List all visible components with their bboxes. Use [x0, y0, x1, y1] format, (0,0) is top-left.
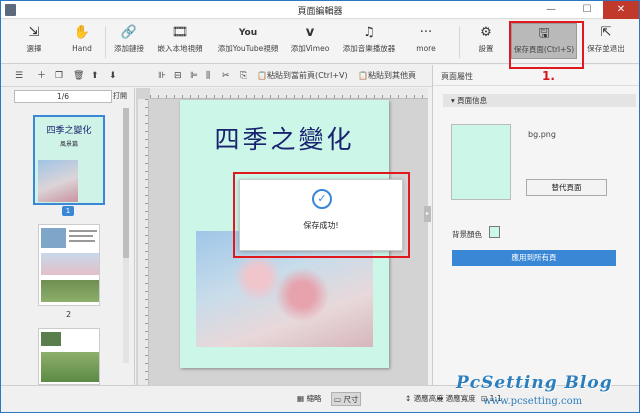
add-vimeo-button[interactable]: v 添加Vimeo — [288, 23, 332, 61]
maximize-icon[interactable]: ☐ — [575, 1, 599, 19]
minimize-icon[interactable]: — — [539, 1, 563, 19]
hand-icon: ✋ — [73, 25, 91, 40]
thumbnail-photo — [38, 160, 78, 202]
open-button[interactable]: 打開 — [113, 90, 130, 103]
page-editor-window: 頁面編輯器 — ☐ ✕ ⇲ 選擇 ✋ Hand 🔗 添加鏈接 🎞 嵌入本地視頻 … — [0, 0, 640, 413]
page-number-label: 2 — [66, 310, 72, 319]
select-tool-button[interactable]: ⇲ 選擇 — [19, 23, 49, 61]
scrollbar-thumb[interactable] — [123, 108, 129, 258]
vertical-ruler — [138, 99, 149, 385]
dialog-message: 保存成功! — [303, 221, 339, 230]
more-dots-icon: ··· — [419, 25, 433, 40]
page-thumbnail-3[interactable] — [38, 328, 100, 385]
actual-size-button[interactable]: ▭ 尺寸 — [331, 392, 362, 406]
page-number-badge: 1 — [62, 206, 74, 216]
selection-arrow-icon: ⇲ — [28, 25, 40, 40]
link-icon: 🔗 — [120, 25, 138, 40]
copy-icon[interactable]: ⎘ — [240, 69, 247, 83]
align-icon[interactable]: ⊪ — [158, 69, 166, 83]
paste-icon: 📋 — [257, 71, 267, 80]
film-icon: 🎞 — [171, 25, 189, 40]
page-thumbnails-panel: 1/6 打開 四季之變化 風景篇 1 2 — [1, 88, 135, 385]
move-up-icon[interactable]: ⬆ — [91, 69, 99, 83]
close-icon[interactable]: ✕ — [603, 1, 639, 19]
add-link-button[interactable]: 🔗 添加鏈接 — [109, 23, 149, 61]
paste-current-page-button[interactable]: 📋粘貼到當前頁(Ctrl+V) — [257, 69, 348, 83]
add-page-icon[interactable]: ＋ — [37, 69, 46, 83]
embed-local-video-button[interactable]: 🎞 嵌入本地視頻 — [153, 23, 207, 61]
save-success-dialog: ✓ 保存成功! — [239, 179, 403, 251]
youtube-icon: You — [238, 28, 258, 38]
add-music-player-button[interactable]: ♫ 添加音樂播放器 — [338, 23, 400, 61]
hand-tool-button[interactable]: ✋ Hand — [65, 23, 99, 61]
align-right-icon[interactable]: ⊫ — [190, 69, 198, 83]
settings-button[interactable]: ⚙ 設置 — [471, 23, 501, 61]
panel-header: 頁面屬性 — [433, 68, 639, 86]
title-bar: 頁面編輯器 — ☐ ✕ — [1, 1, 639, 19]
thumbnail-image — [41, 352, 99, 382]
vimeo-icon: v — [305, 25, 315, 40]
page-thumbnail-1[interactable]: 四季之變化 風景篇 — [33, 115, 105, 205]
distribute-icon[interactable]: ⫼ — [206, 69, 210, 83]
move-down-icon[interactable]: ⬇ — [109, 69, 117, 83]
fit-width-button[interactable]: ↔ 適應寬度 — [437, 392, 476, 406]
save-and-exit-button[interactable]: ⇱ 保存並退出 — [583, 23, 629, 61]
thumbnail-title: 四季之變化 — [46, 126, 92, 136]
fit-width-icon: ↔ — [437, 394, 446, 403]
cut-icon[interactable]: ✂ — [222, 69, 230, 83]
check-circle-icon: ✓ — [312, 189, 332, 209]
watermark-brand: PcSetting Blog — [456, 373, 613, 393]
page-info-section[interactable]: ▾ 頁面信息 — [443, 94, 636, 107]
page-title[interactable]: 四季之變化 — [180, 120, 389, 156]
background-preview — [451, 124, 511, 200]
thumbnail-text-line — [69, 230, 97, 232]
background-color-label: 背景顏色 — [452, 230, 482, 239]
thumbnail-scrollbar[interactable] — [123, 108, 129, 363]
list-icon[interactable]: ☰ — [15, 69, 23, 83]
thumbnail-text-line — [69, 235, 93, 237]
thumbnail-image — [41, 280, 99, 302]
thumbnail-subtitle: 風景篇 — [59, 141, 78, 148]
gear-icon: ⚙ — [480, 25, 492, 40]
step-marker: 1. — [542, 69, 555, 83]
music-note-icon: ♫ — [363, 25, 375, 40]
more-button[interactable]: ··· more — [411, 23, 441, 61]
page-properties-panel: 頁面屬性 — [432, 65, 639, 385]
paste-other-icon: 📋 — [358, 71, 368, 80]
collapse-panel-handle[interactable]: ▸ — [424, 206, 431, 222]
toolbar-divider — [459, 26, 460, 58]
background-filename: bg.png — [528, 130, 556, 139]
duplicate-page-icon[interactable]: ❐ — [55, 69, 63, 83]
toolbar-divider — [105, 26, 106, 58]
delete-page-icon[interactable]: 🗑 — [73, 69, 84, 83]
background-color-swatch[interactable] — [489, 226, 500, 238]
thumbnail-image — [41, 253, 99, 275]
horizontal-ruler — [150, 88, 428, 99]
thumbnail-text-line — [69, 240, 95, 242]
page-thumbnail-2[interactable] — [38, 224, 100, 306]
watermark-url: www.pcsetting.com — [483, 396, 583, 407]
save-button-highlight-box — [509, 21, 584, 69]
fit-height-icon: ↕ — [405, 394, 414, 403]
replace-page-button[interactable]: 替代頁面 — [526, 179, 607, 196]
thumbnail-image — [41, 228, 66, 248]
page-counter[interactable]: 1/6 — [14, 90, 112, 103]
thumbnail-view-button[interactable]: ▦ 縮略 — [297, 392, 321, 406]
exit-icon: ⇱ — [600, 25, 612, 40]
thumbnail-image — [41, 332, 61, 346]
paste-other-page-button[interactable]: 📋粘貼到其他頁 — [358, 69, 416, 83]
apply-to-all-pages-button[interactable]: 應用到所有頁 — [452, 250, 616, 266]
add-youtube-button[interactable]: You 添加YouTube視頻 — [213, 23, 283, 61]
align-center-icon[interactable]: ⊟ — [174, 69, 182, 83]
